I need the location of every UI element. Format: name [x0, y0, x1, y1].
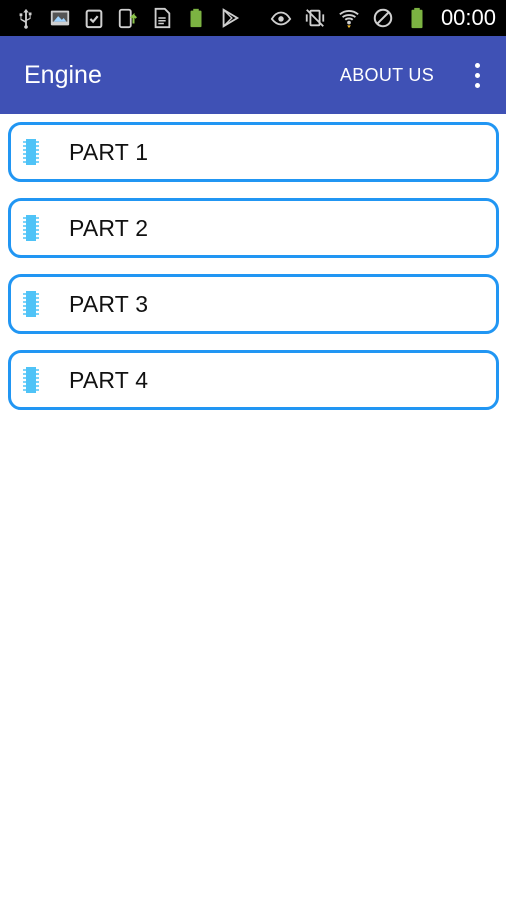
list-item-part-4[interactable]: PART 4 — [8, 350, 499, 410]
play-store-icon — [218, 6, 242, 30]
status-bar-notifications — [14, 6, 242, 30]
status-time: 00:00 — [440, 5, 496, 30]
part-label: PART 4 — [69, 366, 149, 393]
about-us-button[interactable]: ABOUT US — [340, 65, 434, 86]
part-label: PART 1 — [69, 138, 149, 165]
overflow-menu-icon[interactable] — [462, 55, 492, 95]
list-item-part-2[interactable]: PART 2 — [8, 198, 499, 258]
vibrate-mute-icon — [303, 6, 327, 30]
eye-icon — [269, 6, 293, 30]
list-item-part-1[interactable]: PART 1 — [8, 122, 499, 182]
battery-full-icon — [184, 6, 208, 30]
app-title: Engine — [24, 60, 102, 89]
document-icon — [150, 6, 174, 30]
chip-icon — [23, 139, 39, 165]
chip-icon — [23, 367, 39, 393]
app-bar: Engine ABOUT US — [0, 36, 506, 114]
wifi-icon — [337, 6, 361, 30]
chip-icon — [23, 215, 39, 241]
parts-list: PART 1 PART 2 PART 3 PART 4 — [8, 122, 499, 426]
part-label: PART 3 — [69, 290, 149, 317]
battery-icon — [405, 6, 429, 30]
list-item-part-3[interactable]: PART 3 — [8, 274, 499, 334]
chip-icon — [23, 291, 39, 317]
usb-icon — [14, 6, 38, 30]
status-bar-system: 00:00 — [269, 5, 496, 31]
image-icon — [48, 6, 72, 30]
clipboard-check-icon — [82, 6, 106, 30]
part-label: PART 2 — [69, 214, 149, 241]
phone-upload-icon — [116, 6, 140, 30]
do-not-disturb-icon — [371, 6, 395, 30]
status-bar: 00:00 — [0, 0, 506, 36]
